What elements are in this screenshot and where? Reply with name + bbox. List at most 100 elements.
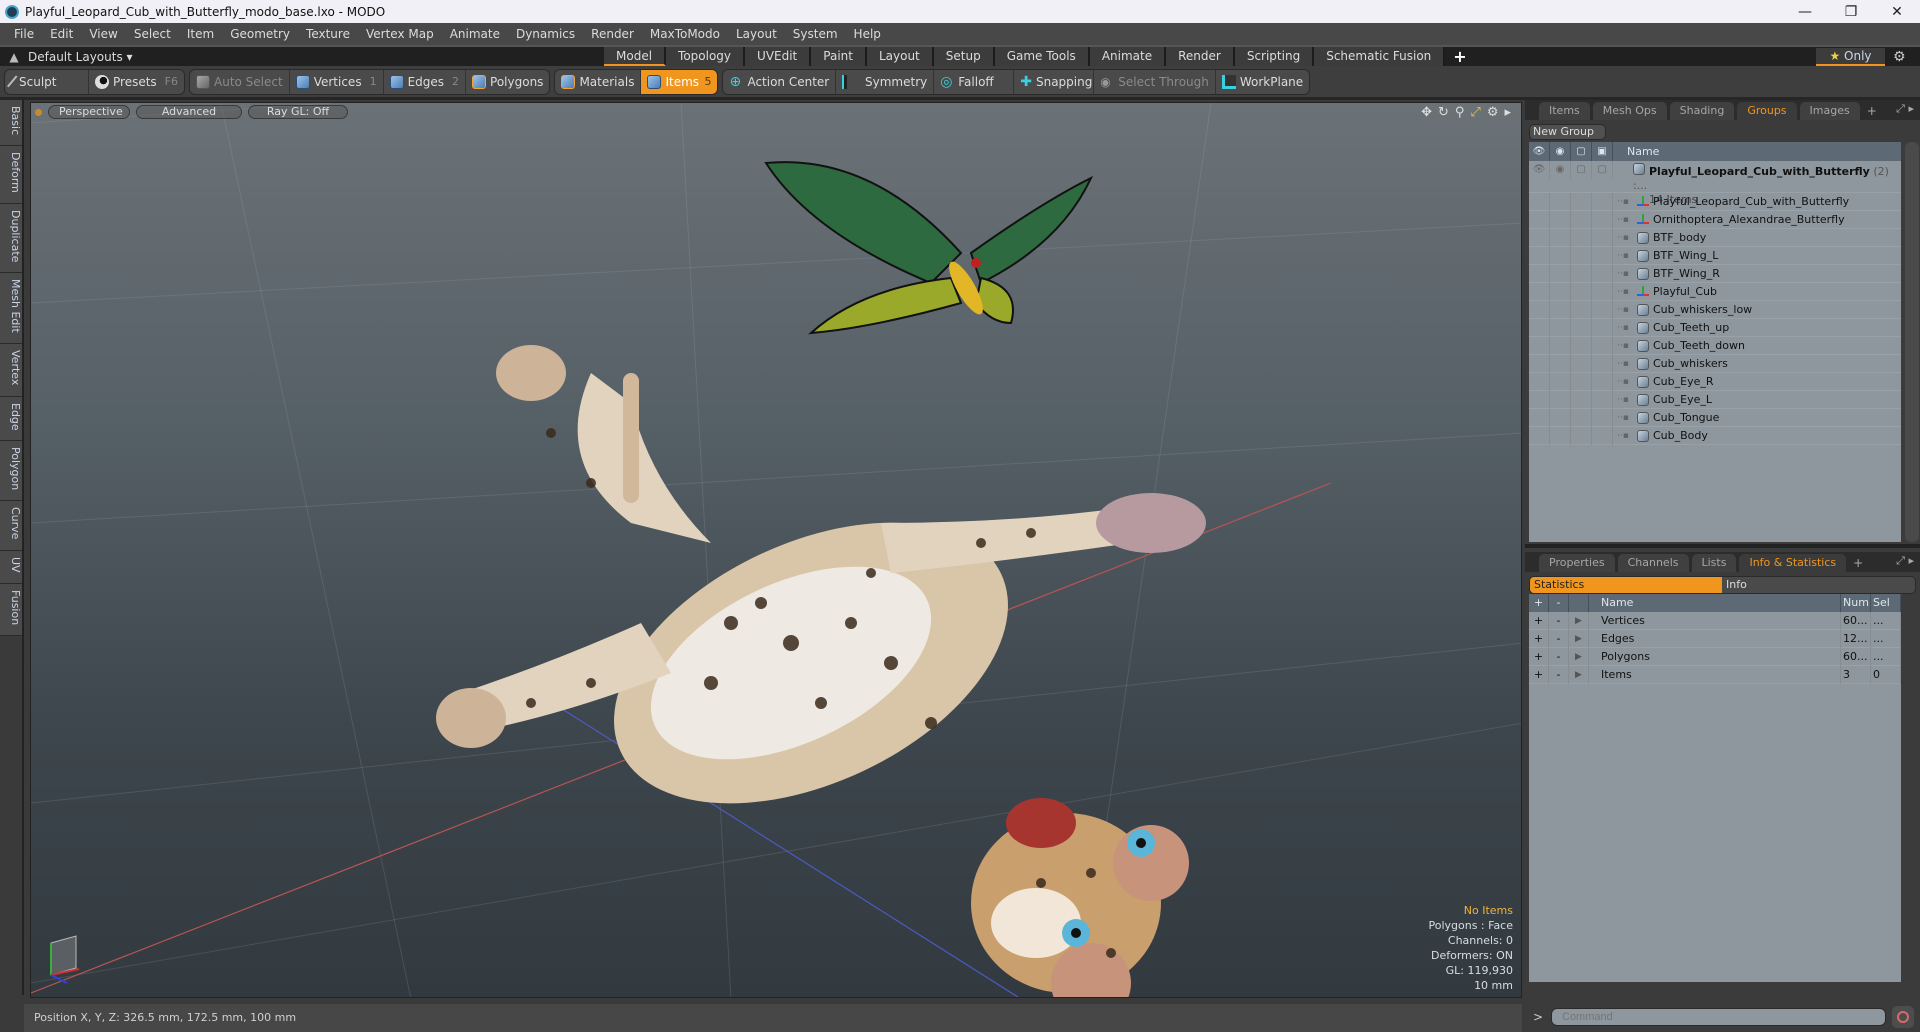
- row-select-cell[interactable]: [1592, 390, 1613, 409]
- row-expand-arrow-icon[interactable]: ▶: [1569, 647, 1589, 666]
- row-render-cell[interactable]: [1550, 426, 1571, 445]
- presets-button[interactable]: Presets F6: [89, 70, 184, 94]
- row-visibility-cell[interactable]: [1529, 426, 1550, 445]
- leopard-cub-model[interactable]: [436, 345, 1206, 998]
- tab-uvedit[interactable]: UVEdit: [745, 47, 812, 66]
- groups-scrollbar[interactable]: [1905, 142, 1919, 542]
- menu-edit[interactable]: Edit: [42, 27, 81, 41]
- expand-row-button[interactable]: +: [1529, 629, 1549, 648]
- menu-help[interactable]: Help: [846, 27, 889, 41]
- visibility-column-icon[interactable]: 👁: [1529, 142, 1550, 161]
- root-lock-toggle[interactable]: ▢: [1571, 161, 1592, 179]
- row-render-cell[interactable]: [1550, 390, 1571, 409]
- select-through-button[interactable]: ◉ Select Through: [1094, 69, 1216, 94]
- expand-all-header[interactable]: +: [1529, 594, 1549, 612]
- row-expand-arrow-icon[interactable]: ▶: [1569, 611, 1589, 630]
- root-visibility-toggle[interactable]: 👁: [1529, 161, 1550, 179]
- gear-icon[interactable]: ⚙: [1893, 49, 1906, 65]
- menu-layout[interactable]: Layout: [728, 27, 785, 41]
- row-select-cell[interactable]: [1592, 426, 1613, 445]
- row-lock-cell[interactable]: [1571, 426, 1592, 445]
- statistics-row[interactable]: + - ▶ Edges 12......: [1529, 629, 1901, 648]
- only-toggle[interactable]: ★ Only: [1816, 48, 1885, 66]
- collapse-row-button[interactable]: -: [1549, 665, 1569, 684]
- left-tab-vertex[interactable]: Vertex: [0, 344, 22, 397]
- left-tab-fusion[interactable]: Fusion: [0, 583, 22, 636]
- polygons-button[interactable]: Polygons: [466, 70, 549, 94]
- new-group-button[interactable]: New Group: [1529, 124, 1606, 140]
- collapse-all-header[interactable]: -: [1549, 594, 1569, 612]
- row-select-cell[interactable]: [1592, 228, 1613, 247]
- row-render-cell[interactable]: [1550, 300, 1571, 319]
- collapse-row-button[interactable]: -: [1549, 611, 1569, 630]
- row-visibility-cell[interactable]: [1529, 408, 1550, 427]
- expand-stats-panel-icon[interactable]: ⤢ ▸: [1896, 554, 1914, 568]
- tab-model[interactable]: Model: [604, 47, 667, 66]
- stat-name-header[interactable]: Name: [1589, 594, 1841, 612]
- row-lock-cell[interactable]: [1571, 390, 1592, 409]
- group-root-row[interactable]: 👁 ◉ ▢ ▢ Playful_Leopard_Cub_with_Butterf…: [1529, 161, 1901, 206]
- subtab-info[interactable]: Info: [1722, 577, 1915, 593]
- tab-info-statistics[interactable]: Info & Statistics: [1739, 554, 1847, 572]
- auto-select-button[interactable]: Auto Select: [190, 69, 290, 94]
- row-lock-cell[interactable]: [1571, 264, 1592, 283]
- row-render-cell[interactable]: [1550, 318, 1571, 337]
- menu-item[interactable]: Item: [179, 27, 222, 41]
- row-render-cell[interactable]: [1550, 336, 1571, 355]
- row-visibility-cell[interactable]: [1529, 390, 1550, 409]
- tab-layout[interactable]: Layout: [866, 47, 934, 66]
- row-visibility-cell[interactable]: [1529, 372, 1550, 391]
- sculpt-button[interactable]: Sculpt: [5, 69, 89, 94]
- tab-items[interactable]: Items: [1539, 102, 1590, 120]
- group-item-row[interactable]: ··▪ BTF_Wing_L: [1529, 246, 1901, 265]
- tab-channels[interactable]: Channels: [1617, 554, 1689, 572]
- stat-num-header[interactable]: Num: [1841, 594, 1871, 612]
- expand-panel-icon[interactable]: ⤢ ▸: [1896, 102, 1914, 116]
- tab-topology[interactable]: Topology: [666, 47, 746, 66]
- group-item-row[interactable]: ··▪ Cub_Body: [1529, 426, 1901, 445]
- left-tab-duplicate[interactable]: Duplicate: [0, 204, 22, 274]
- expand-row-button[interactable]: +: [1529, 611, 1549, 630]
- items-button[interactable]: Items 5: [641, 69, 718, 94]
- edges-button[interactable]: Edges 2: [384, 69, 467, 94]
- command-input[interactable]: [1551, 1008, 1886, 1026]
- rotate-icon[interactable]: ↻: [1438, 105, 1449, 120]
- row-render-cell[interactable]: [1550, 354, 1571, 373]
- menu-select[interactable]: Select: [126, 27, 179, 41]
- group-item-row[interactable]: ··▪ Cub_Tongue: [1529, 408, 1901, 427]
- add-panel-tab-button[interactable]: +: [1863, 102, 1881, 120]
- group-item-row[interactable]: ··▪ Cub_Eye_L: [1529, 390, 1901, 409]
- record-macro-button[interactable]: [1892, 1006, 1914, 1028]
- menu-view[interactable]: View: [81, 27, 125, 41]
- tab-lists[interactable]: Lists: [1691, 554, 1737, 572]
- row-lock-cell[interactable]: [1571, 408, 1592, 427]
- menu-geometry[interactable]: Geometry: [222, 27, 298, 41]
- row-render-cell[interactable]: [1550, 264, 1571, 283]
- row-select-cell[interactable]: [1592, 246, 1613, 265]
- action-center-button[interactable]: ⊕ Action Center: [723, 69, 837, 94]
- left-tab-curve[interactable]: Curve: [0, 501, 22, 551]
- fit-view-icon[interactable]: ⤢: [1470, 105, 1480, 120]
- tab-mesh-ops[interactable]: Mesh Ops: [1592, 102, 1667, 120]
- row-select-cell[interactable]: [1592, 192, 1613, 211]
- left-tab-basic[interactable]: Basic: [0, 100, 22, 147]
- left-tab-edge[interactable]: Edge: [0, 396, 22, 442]
- row-render-cell[interactable]: [1550, 228, 1571, 247]
- layout-home-icon[interactable]: ▲: [0, 50, 28, 64]
- default-layouts-dropdown[interactable]: Default Layouts ▾: [28, 50, 133, 64]
- close-button[interactable]: ✕: [1874, 4, 1920, 20]
- collapse-row-button[interactable]: -: [1549, 629, 1569, 648]
- row-render-cell[interactable]: [1550, 372, 1571, 391]
- tab-game-tools[interactable]: Game Tools: [994, 47, 1090, 66]
- row-select-cell[interactable]: [1592, 282, 1613, 301]
- row-select-cell[interactable]: [1592, 210, 1613, 229]
- row-select-cell[interactable]: [1592, 408, 1613, 427]
- subtab-statistics[interactable]: Statistics: [1530, 577, 1722, 593]
- maximize-button[interactable]: ❐: [1828, 4, 1874, 20]
- row-expand-arrow-icon[interactable]: ▶: [1569, 665, 1589, 684]
- row-lock-cell[interactable]: [1571, 192, 1592, 211]
- group-item-row[interactable]: ··▪ Ornithoptera_Alexandrae_Butterfly: [1529, 210, 1901, 229]
- row-select-cell[interactable]: [1592, 300, 1613, 319]
- group-item-row[interactable]: ··▪ Cub_whiskers: [1529, 354, 1901, 373]
- row-lock-cell[interactable]: [1571, 282, 1592, 301]
